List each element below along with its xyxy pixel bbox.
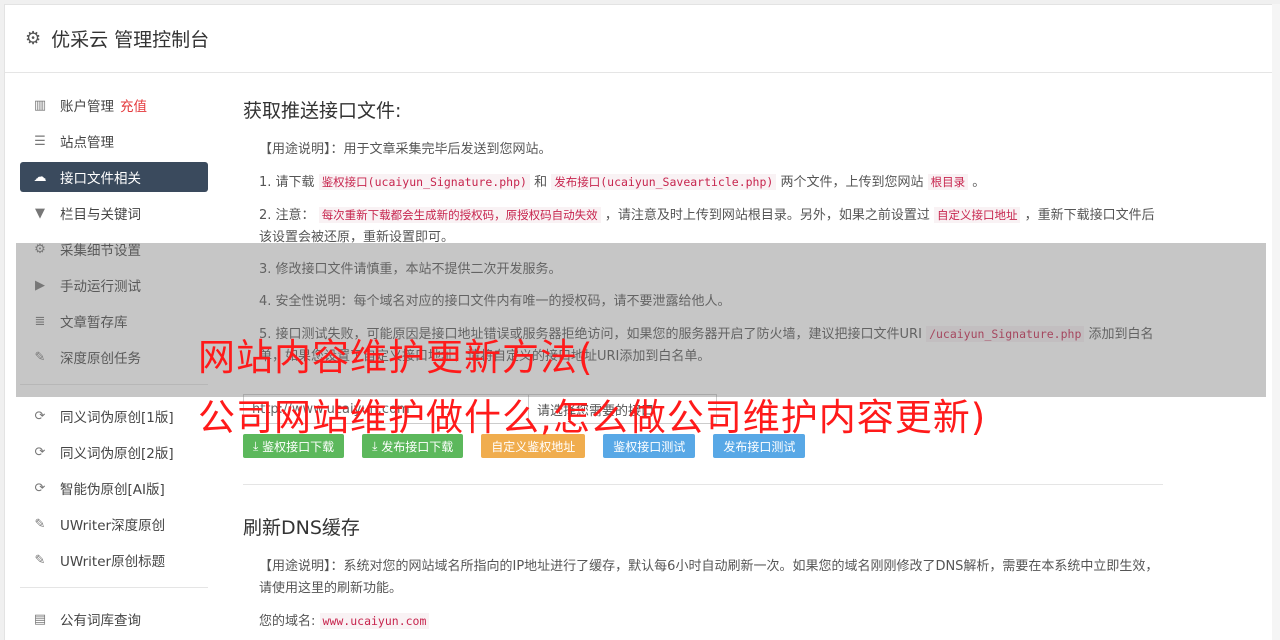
instruction-1: 1. 请下载 鉴权接口(ucaiyun_Signature.php) 和 发布接… — [259, 171, 1165, 194]
text: 。 — [972, 175, 986, 190]
sidebar-item-label: 同义词伪原创[1版] — [60, 410, 174, 426]
recharge-link[interactable]: 充值 — [120, 95, 147, 115]
sidebar-item-interface-files[interactable]: ☁ 接口文件相关 — [20, 162, 208, 192]
domain-row: 您的域名: www.ucaiyun.com — [259, 610, 1165, 633]
refresh-icon: ⟳ — [34, 408, 46, 424]
sidebar-item-account[interactable]: ▥ 账户管理 充值 — [20, 90, 208, 120]
edit-icon: ✎ — [34, 552, 46, 568]
usage-text: 【用途说明】：用于文章采集完毕后发送到您网站。 — [259, 142, 552, 157]
text: 1. 请下载 — [259, 175, 315, 190]
section-title-interface: 获取推送接口文件: — [243, 100, 402, 122]
sidebar-item-label: UWriter深度原创 — [60, 518, 166, 534]
sidebar-item-uwriter-deep[interactable]: ✎ UWriter深度原创 — [20, 509, 208, 539]
cloud-upload-icon: ☁ — [33, 169, 47, 185]
text: 两个文件，上传到您网站 — [780, 175, 924, 190]
section-title-dns: 刷新DNS缓存 — [243, 517, 360, 539]
sidebar-item-label: 账户管理 — [60, 99, 114, 115]
sidebar-item-label: 公有词库查询 — [60, 613, 141, 629]
filter-icon: ▼ — [35, 205, 45, 221]
text: 和 — [534, 175, 548, 190]
watermark-line-1: 网站内容维护更新方法( — [198, 336, 594, 379]
sidebar-item-sites[interactable]: ☰ 站点管理 — [20, 126, 208, 156]
book-icon: ▤ — [33, 611, 47, 627]
domain-label: 您的域名: — [259, 614, 316, 629]
section-divider — [243, 484, 1163, 485]
edit-icon: ✎ — [34, 516, 46, 532]
sidebar-item-label: 智能伪原创[AI版] — [60, 482, 165, 498]
sidebar-item-uwriter-title[interactable]: ✎ UWriter原创标题 — [20, 545, 208, 575]
sidebar-item-synonym-v1[interactable]: ⟳ 同义词伪原创[1版] — [20, 401, 208, 431]
code-root-dir: 根目录 — [927, 174, 969, 190]
sidebar-item-ai-rewrite[interactable]: ⟳ 智能伪原创[AI版] — [20, 473, 208, 503]
watermark-line-2: 公司网站维护做什么,怎么做公司维护内容更新) — [198, 396, 987, 439]
code-custom-url: 自定义接口地址 — [933, 207, 1021, 223]
refresh-icon: ⟳ — [34, 480, 46, 496]
gear-icon: ⚙ — [25, 28, 42, 49]
sidebar-item-label: 同义词伪原创[2版] — [60, 446, 174, 462]
page-title: 优采云 管理控制台 — [51, 29, 210, 51]
dns-usage-text: 【用途说明】：系统对您的网站域名所指向的IP地址进行了缓存，默认每6小时自动刷新… — [259, 559, 1159, 596]
sidebar-item-label: 栏目与关键词 — [60, 207, 141, 223]
text: ，请注意及时上传到网站根目录。另外，如果之前设置过 — [604, 208, 930, 223]
domain-value: www.ucaiyun.com — [319, 613, 430, 629]
scrollbar[interactable] — [1272, 4, 1280, 640]
sidebar-item-keywords[interactable]: ▼ 栏目与关键词 — [20, 198, 208, 228]
bar-chart-icon: ▥ — [33, 97, 47, 113]
sidebar-item-label: 站点管理 — [60, 135, 114, 151]
header: ⚙ 优采云 管理控制台 — [5, 5, 1275, 73]
code-publish-file: 发布接口(ucaiyun_Savearticle.php) — [551, 174, 777, 190]
server-icon: ☰ — [34, 133, 46, 149]
sidebar-item-synonym-v2[interactable]: ⟳ 同义词伪原创[2版] — [20, 437, 208, 467]
code-warning: 每次重新下载都会生成新的授权码，原授权码自动失效 — [318, 207, 601, 223]
sidebar-divider — [20, 587, 208, 588]
code-auth-file: 鉴权接口(ucaiyun_Signature.php) — [318, 174, 530, 190]
sidebar-item-label: UWriter原创标题 — [60, 554, 166, 570]
sidebar-item-public-dict[interactable]: ▤ 公有词库查询 — [20, 604, 208, 634]
text: 2. 注意： — [259, 208, 315, 223]
refresh-icon: ⟳ — [34, 444, 46, 460]
sidebar-item-label: 接口文件相关 — [60, 171, 141, 187]
